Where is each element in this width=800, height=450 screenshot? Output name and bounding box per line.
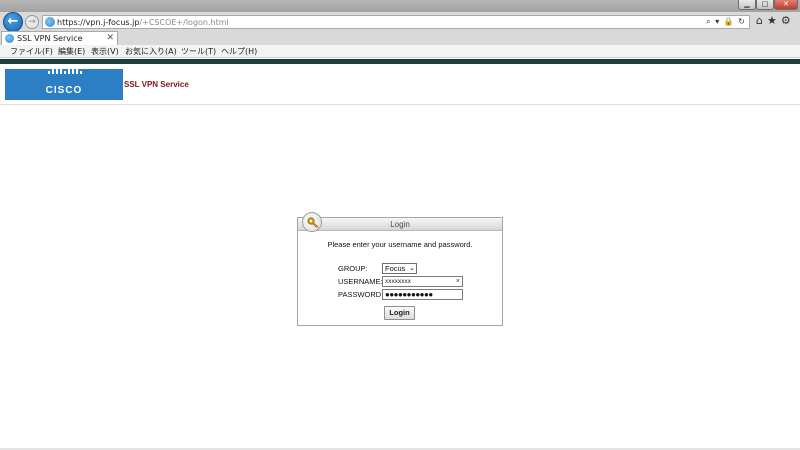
address-url[interactable]: https://vpn.j-focus.jp/+CSCOE+/logon.htm… xyxy=(57,17,229,28)
username-value: xxxxxxxx xyxy=(385,278,411,285)
tab-close-icon[interactable]: ✕ xyxy=(106,32,114,44)
browser-toolbar-icons: ⌂ ★ ⚙ xyxy=(756,14,795,28)
menu-bar: ファイル(F) 編集(E) 表示(V) お気に入り(A) ツール(T) ヘルプ(… xyxy=(0,45,800,58)
close-window-button[interactable]: ✕ xyxy=(774,0,798,10)
page-title: SSL VPN Service xyxy=(124,80,189,89)
clear-icon[interactable]: × xyxy=(456,277,460,286)
menu-view[interactable]: 表示(V) xyxy=(91,46,119,57)
password-input[interactable]: ●●●●●●●●●●● xyxy=(382,289,463,300)
group-selected-value: Focus xyxy=(385,264,406,273)
menu-edit[interactable]: 編集(E) xyxy=(58,46,85,57)
back-arrow-icon[interactable]: ← xyxy=(3,12,23,32)
cisco-wordmark: CISCO xyxy=(45,85,83,96)
favorites-star-icon[interactable]: ★ xyxy=(767,14,777,27)
group-select[interactable]: Focus ⌄ xyxy=(382,263,417,274)
forward-arrow-icon[interactable]: → xyxy=(25,15,39,29)
gear-icon[interactable]: ⚙ xyxy=(781,14,791,27)
key-icon xyxy=(302,212,322,232)
address-bar-icons[interactable]: ⌕ ▾ 🔒 ↻ xyxy=(706,16,746,28)
menu-file[interactable]: ファイル(F) xyxy=(10,46,53,57)
login-title: Login xyxy=(390,220,410,229)
login-titlebar: Login xyxy=(298,218,502,231)
menu-tools[interactable]: ツール(T) xyxy=(181,46,216,57)
tab-label: SSL VPN Service xyxy=(17,34,83,43)
tab-ssl-vpn-service[interactable]: SSL VPN Service ✕ xyxy=(1,31,118,45)
login-button[interactable]: Login xyxy=(384,306,415,320)
cisco-logo: CISCO xyxy=(5,65,123,100)
login-panel: Login Please enter your username and pas… xyxy=(297,212,503,326)
site-globe-icon xyxy=(45,17,55,27)
maximize-button[interactable]: □ xyxy=(756,0,774,10)
chevron-down-icon: ⌄ xyxy=(409,265,415,272)
username-label: USERNAME: xyxy=(338,277,383,286)
username-input[interactable]: xxxxxxxx × xyxy=(382,276,463,287)
tab-strip xyxy=(0,32,800,45)
group-label: GROUP: xyxy=(338,264,368,273)
menu-favorites[interactable]: お気に入り(A) xyxy=(125,46,177,57)
password-label: PASSWORD: xyxy=(338,290,384,299)
window-titlebar xyxy=(0,0,800,12)
menu-help[interactable]: ヘルプ(H) xyxy=(221,46,257,57)
minimize-button[interactable]: ▁ xyxy=(738,0,756,10)
tab-globe-icon xyxy=(5,34,14,43)
home-icon[interactable]: ⌂ xyxy=(756,14,763,27)
address-bar[interactable]: https://vpn.j-focus.jp/+CSCOE+/logon.htm… xyxy=(42,15,750,29)
login-instructions: Please enter your username and password. xyxy=(327,240,473,249)
password-masked-value: ●●●●●●●●●●● xyxy=(385,290,433,299)
